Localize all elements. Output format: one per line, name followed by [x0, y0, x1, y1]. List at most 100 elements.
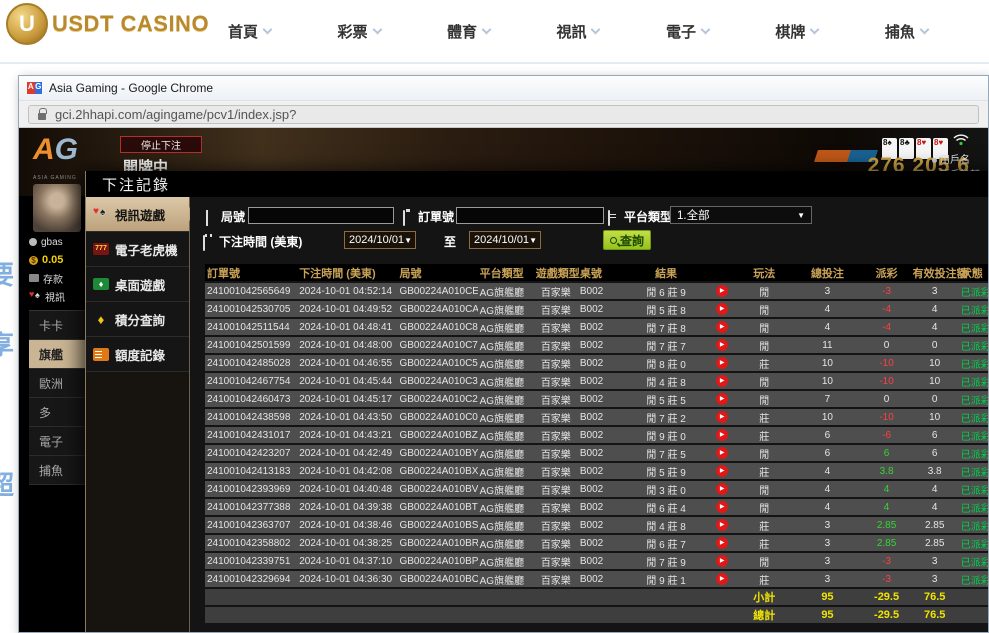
cell-time: 2024-10-01 04:45:44 — [297, 373, 397, 389]
cell-valid_bet: 2.85 — [911, 517, 959, 533]
cell-result: 閒 7 莊 9 — [624, 553, 708, 569]
play-replay-button[interactable]: ▶ — [716, 501, 728, 513]
nav-item[interactable]: 視訊 — [556, 21, 599, 42]
play-replay-button[interactable]: ▶ — [716, 393, 728, 405]
cell-time: 2024-10-01 04:42:08 — [297, 463, 397, 479]
table-row: 2410010424604732024-10-01 04:45:17GB0022… — [205, 391, 988, 407]
cell-game: 百家樂 — [534, 409, 578, 425]
play-replay-button[interactable]: ▶ — [716, 555, 728, 567]
play-replay-button[interactable]: ▶ — [716, 375, 728, 387]
sidebar-item-label: 額度記錄 — [115, 345, 165, 364]
cell-table_no: B002 — [578, 517, 624, 533]
nav-item[interactable]: 電子 — [666, 21, 709, 42]
cell-payout: -4 — [863, 319, 911, 335]
play-replay-button[interactable]: ▶ — [716, 357, 728, 369]
cell-table_no: B002 — [578, 571, 624, 587]
summary-cell-round — [397, 589, 477, 605]
cell-order: 241001042501599 — [205, 337, 297, 353]
nav-item[interactable]: 棋牌 — [775, 21, 818, 42]
summary-cell-table_no — [578, 589, 624, 605]
play-replay-button[interactable]: ▶ — [716, 285, 728, 297]
nav-divider — [0, 62, 989, 64]
play-replay-button[interactable]: ▶ — [716, 411, 728, 423]
play-replay-button[interactable]: ▶ — [716, 303, 728, 315]
summary-cell-total_bet: 95 — [792, 589, 862, 605]
sidebar-item-label: 視訊遊戲 — [115, 205, 165, 224]
cell-result: 閒 4 莊 8 — [624, 517, 708, 533]
search-button[interactable]: 查詢 — [603, 230, 651, 250]
summary-cell-game — [534, 589, 578, 605]
platform-select[interactable]: 1.全部 ▼ — [670, 206, 812, 224]
cell-status: 已派彩 — [959, 337, 988, 353]
play-replay-button[interactable]: ▶ — [716, 537, 728, 549]
summary-cell-side: 小計 — [736, 589, 792, 605]
nav-item[interactable]: 首頁 — [228, 21, 271, 42]
table-row: 2410010423637072024-10-01 04:38:46GB0022… — [205, 517, 988, 533]
cell-valid_bet: 10 — [911, 355, 959, 371]
cell-total_bet: 10 — [792, 409, 862, 425]
order-input[interactable] — [456, 207, 604, 224]
nav-item[interactable]: 體育 — [447, 21, 490, 42]
play-replay-button[interactable]: ▶ — [716, 573, 728, 585]
sidebar-item[interactable]: 額度記錄 — [86, 337, 189, 372]
cell-result: 閒 6 莊 4 — [624, 499, 708, 515]
cell-status: 已派彩 — [959, 283, 988, 299]
cell-game: 百家樂 — [534, 445, 578, 461]
url-text: gci.2hhapi.com/agingame/pcv1/index.jsp? — [55, 107, 296, 122]
cell-total_bet: 3 — [792, 571, 862, 587]
cell-order: 241001042393969 — [205, 481, 297, 497]
info-label: 用戶名 — [932, 151, 988, 166]
cell-platform: AG旗艦廳 — [478, 337, 534, 353]
play-replay-button[interactable]: ▶ — [716, 465, 728, 477]
nav-item-label: 棋牌 — [775, 21, 805, 42]
sidebar-item[interactable]: ♦ 桌面遊戲 — [86, 267, 189, 302]
summary-cell-game — [534, 607, 578, 623]
cell-game: 百家樂 — [534, 301, 578, 317]
cell-status: 已派彩 — [959, 571, 988, 587]
date-to-picker[interactable]: 2024/10/01 ▼ — [469, 231, 541, 249]
cell-platform: AG旗艦廳 — [478, 463, 534, 479]
cell-platform: AG旗艦廳 — [478, 409, 534, 425]
cell-valid_bet: 3 — [911, 283, 959, 299]
table-row: 2410010423939692024-10-01 04:40:48GB0022… — [205, 481, 988, 497]
cell-time: 2024-10-01 04:36:30 — [297, 571, 397, 587]
play-replay-button[interactable]: ▶ — [716, 447, 728, 459]
nav-item[interactable]: 彩票 — [337, 21, 380, 42]
cell-time: 2024-10-01 04:48:00 — [297, 337, 397, 353]
sidebar-item[interactable]: 視訊遊戲 — [86, 197, 189, 232]
play-replay-button[interactable]: ▶ — [716, 519, 728, 531]
cell-valid_bet: 0 — [911, 337, 959, 353]
sidebar-item[interactable]: 777 電子老虎機 — [86, 232, 189, 267]
cell-order: 241001042511544 — [205, 319, 297, 335]
cell-platform: AG旗艦廳 — [478, 535, 534, 551]
cell-payout: -10 — [863, 355, 911, 371]
play-replay-button[interactable]: ▶ — [716, 429, 728, 441]
cell-platform: AG旗艦廳 — [478, 391, 534, 407]
modal-sidebar: 視訊遊戲 777 電子老虎機 ♦ 桌面遊戲 ♦ 積分查詢 — [86, 197, 190, 632]
cell-total_bet: 4 — [792, 499, 862, 515]
col-header: 訂單號 — [205, 264, 297, 281]
play-replay-button[interactable]: ▶ — [716, 339, 728, 351]
sidebar-item[interactable]: ♦ 積分查詢 — [86, 302, 189, 337]
cell-platform: AG旗艦廳 — [478, 319, 534, 335]
cell-result: 閒 7 莊 7 — [624, 337, 708, 353]
cell-result: 閒 8 莊 0 — [624, 355, 708, 371]
window-title-bar[interactable]: AG Asia Gaming - Google Chrome — [19, 76, 988, 101]
play-replay-button[interactable]: ▶ — [716, 321, 728, 333]
summary-cell-status — [959, 607, 988, 623]
cell-order: 241001042485028 — [205, 355, 297, 371]
site-logo[interactable]: U USDT CASINO — [6, 3, 209, 45]
nav-item[interactable]: 捕魚 — [885, 21, 928, 42]
cell-total_bet: 3 — [792, 535, 862, 551]
round-input[interactable] — [248, 207, 394, 224]
cell-platform: AG旗艦廳 — [478, 427, 534, 443]
table-header-row: 訂單號下注時間 (美東)局號平台類型遊戲類型桌號結果玩法總投注派彩有效投注額狀態 — [205, 264, 988, 281]
list-icon — [608, 211, 620, 223]
bets-table-wrap: 訂單號下注時間 (美東)局號平台類型遊戲類型桌號結果玩法總投注派彩有效投注額狀態… — [205, 262, 988, 632]
date-from-picker[interactable]: 2024/10/01 ▼ — [344, 231, 416, 249]
address-field[interactable]: gci.2hhapi.com/agingame/pcv1/index.jsp? — [28, 105, 979, 124]
table-row: 2410010424131832024-10-01 04:42:08GB0022… — [205, 463, 988, 479]
deco-char: 超 — [0, 465, 14, 502]
col-header: 總投注 — [792, 264, 862, 281]
play-replay-button[interactable]: ▶ — [716, 483, 728, 495]
